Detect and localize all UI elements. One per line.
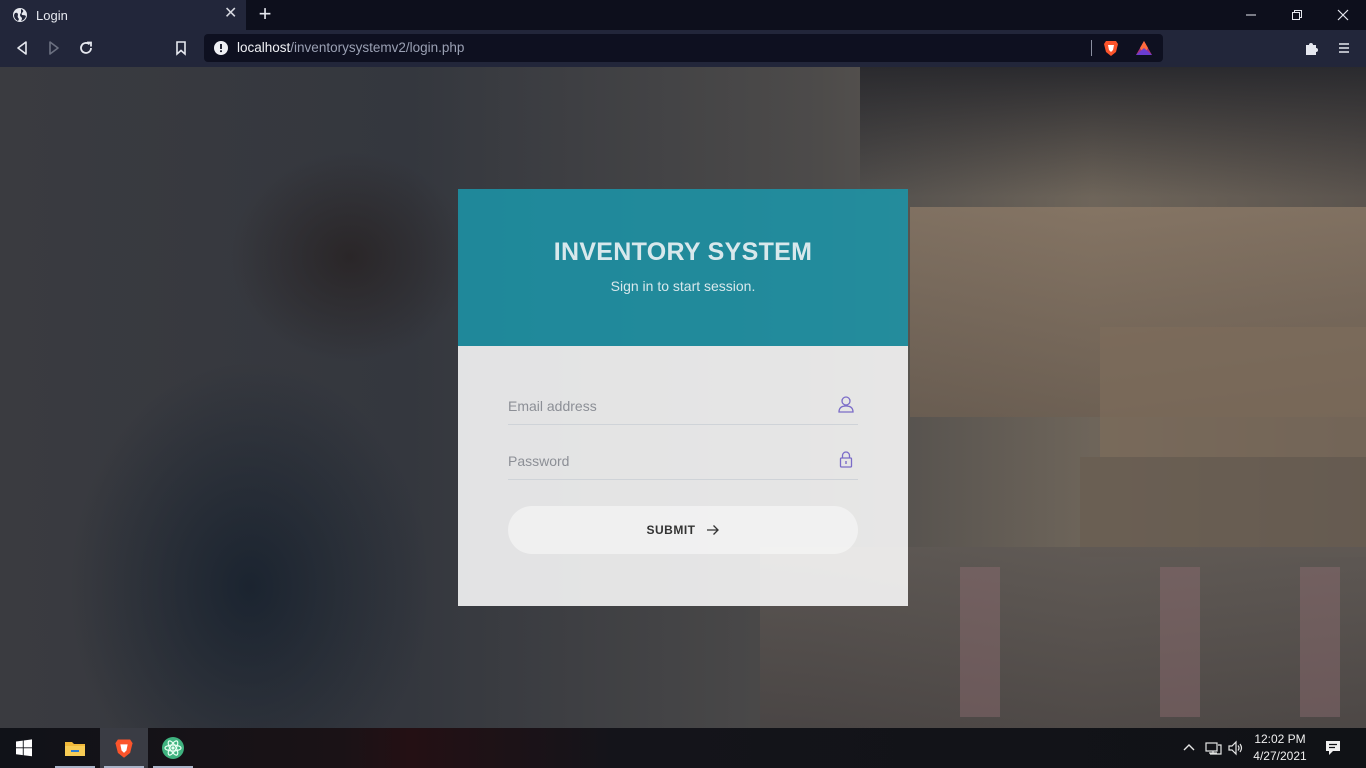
user-icon xyxy=(838,396,854,413)
info-icon[interactable] xyxy=(214,41,228,55)
password-input[interactable] xyxy=(508,448,828,474)
restore-icon xyxy=(1292,10,1302,20)
close-icon xyxy=(1337,9,1349,21)
background-box xyxy=(1080,457,1366,557)
background-stripe xyxy=(1300,567,1340,717)
url-text[interactable]: localhost/inventorysystemv2/login.php xyxy=(237,40,464,55)
brave-shield-icon[interactable] xyxy=(1102,39,1120,57)
clock-time: 12:02 PM xyxy=(1254,732,1306,746)
menu-icon[interactable] xyxy=(1335,39,1353,57)
window-close-button[interactable] xyxy=(1320,0,1366,30)
reload-icon[interactable] xyxy=(76,38,96,58)
url-host: localhost xyxy=(237,40,291,55)
login-card-header: INVENTORY SYSTEM Sign in to start sessio… xyxy=(458,189,908,346)
start-button[interactable] xyxy=(0,728,48,768)
tab-title: Login xyxy=(36,8,68,23)
atom-icon xyxy=(162,737,184,759)
brave-rewards-icon[interactable] xyxy=(1135,39,1153,57)
windows-start-icon xyxy=(16,739,32,757)
globe-icon xyxy=(13,8,27,22)
email-input[interactable] xyxy=(508,393,828,419)
forward-icon[interactable] xyxy=(44,38,64,58)
login-card: INVENTORY SYSTEM Sign in to start sessio… xyxy=(458,189,908,606)
login-page: INVENTORY SYSTEM Sign in to start sessio… xyxy=(0,67,1366,728)
arrow-right-icon xyxy=(706,525,719,535)
lock-icon xyxy=(839,451,853,468)
notification-icon[interactable] xyxy=(1324,739,1342,757)
taskbar-atom[interactable] xyxy=(149,728,197,768)
background-stripe xyxy=(1160,567,1200,717)
browser-toolbar: localhost/inventorysystemv2/login.php xyxy=(0,30,1366,67)
submit-button[interactable]: SUBMIT xyxy=(508,506,858,554)
minimize-icon xyxy=(1246,14,1256,16)
back-icon[interactable] xyxy=(12,38,32,58)
taskbar-file-explorer[interactable] xyxy=(51,728,99,768)
minimize-button[interactable] xyxy=(1228,0,1274,30)
close-icon[interactable]: ✕ xyxy=(224,6,237,22)
volume-icon[interactable] xyxy=(1227,739,1245,757)
background-box xyxy=(1100,327,1366,457)
chevron-up-icon[interactable] xyxy=(1180,739,1198,757)
taskbar: 12:02 PM 4/27/2021 xyxy=(0,728,1366,768)
plus-icon[interactable]: + xyxy=(254,3,276,25)
browser-tab[interactable]: Login ✕ xyxy=(0,0,246,30)
network-icon[interactable] xyxy=(1204,739,1222,757)
extensions-icon[interactable] xyxy=(1303,39,1321,57)
brave-browser-icon xyxy=(115,739,133,758)
taskbar-brave-browser[interactable] xyxy=(100,728,148,768)
url-path: /inventorysystemv2/login.php xyxy=(290,40,465,55)
page-subtitle: Sign in to start session. xyxy=(610,278,756,294)
email-field xyxy=(508,391,858,425)
clock-date: 4/27/2021 xyxy=(1253,749,1307,763)
file-explorer-icon xyxy=(65,742,85,756)
login-form: SUBMIT xyxy=(458,346,908,606)
bookmark-icon[interactable] xyxy=(171,38,191,58)
background-shadow xyxy=(860,67,1366,197)
address-bar[interactable]: localhost/inventorysystemv2/login.php xyxy=(204,34,1163,62)
page-title: INVENTORY SYSTEM xyxy=(553,238,813,266)
submit-label: SUBMIT xyxy=(646,523,696,537)
divider xyxy=(1091,40,1092,56)
system-clock[interactable]: 12:02 PM 4/27/2021 xyxy=(1246,731,1314,765)
password-field xyxy=(508,446,858,480)
background-stripe xyxy=(960,567,1000,717)
tab-strip: Login ✕ + xyxy=(0,0,1366,30)
restore-button[interactable] xyxy=(1274,0,1320,30)
